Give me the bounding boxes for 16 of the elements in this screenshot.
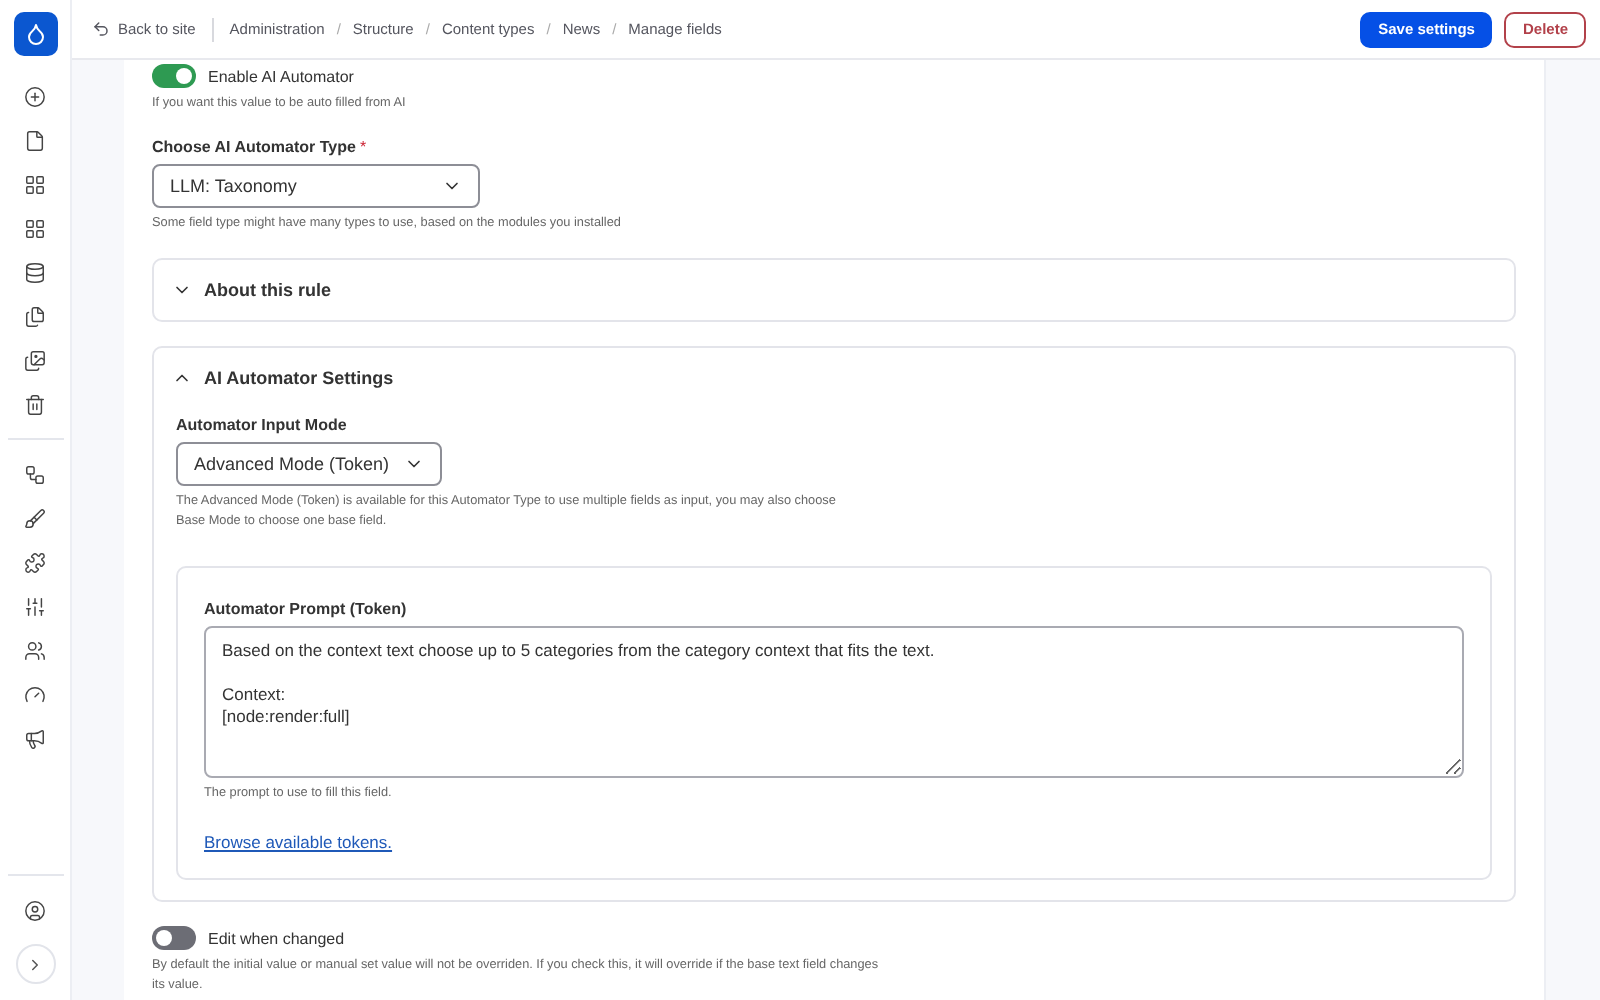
toggle-switch[interactable]: [152, 64, 196, 88]
accordion-header[interactable]: AI Automator Settings: [154, 348, 412, 408]
field-label: Automator Prompt (Token): [204, 600, 409, 618]
toggle-label: Edit when changed: [208, 929, 345, 947]
logo-icon[interactable]: [13, 12, 57, 56]
accordion-header[interactable]: About this rule: [154, 260, 349, 320]
toggle-switch[interactable]: [152, 926, 196, 950]
prompt-textarea[interactable]: Based on the context text choose up to 5 categories from the category context that fits the text. Context: [node:render:full]: [204, 626, 1464, 778]
toggle-label: Enable AI Automator: [208, 67, 354, 85]
field-label: Automator Input Mode: [176, 416, 349, 434]
tokens-link[interactable]: Browse available tokens.: [204, 832, 393, 852]
back-arrow-icon: [92, 20, 110, 38]
type-select[interactable]: LLM: Taxonomy: [152, 164, 480, 208]
mode-select[interactable]: Advanced Mode (Token): [176, 442, 442, 486]
field-label: Choose AI Automator Type *: [152, 138, 369, 156]
chevron-right-icon: [26, 955, 44, 973]
